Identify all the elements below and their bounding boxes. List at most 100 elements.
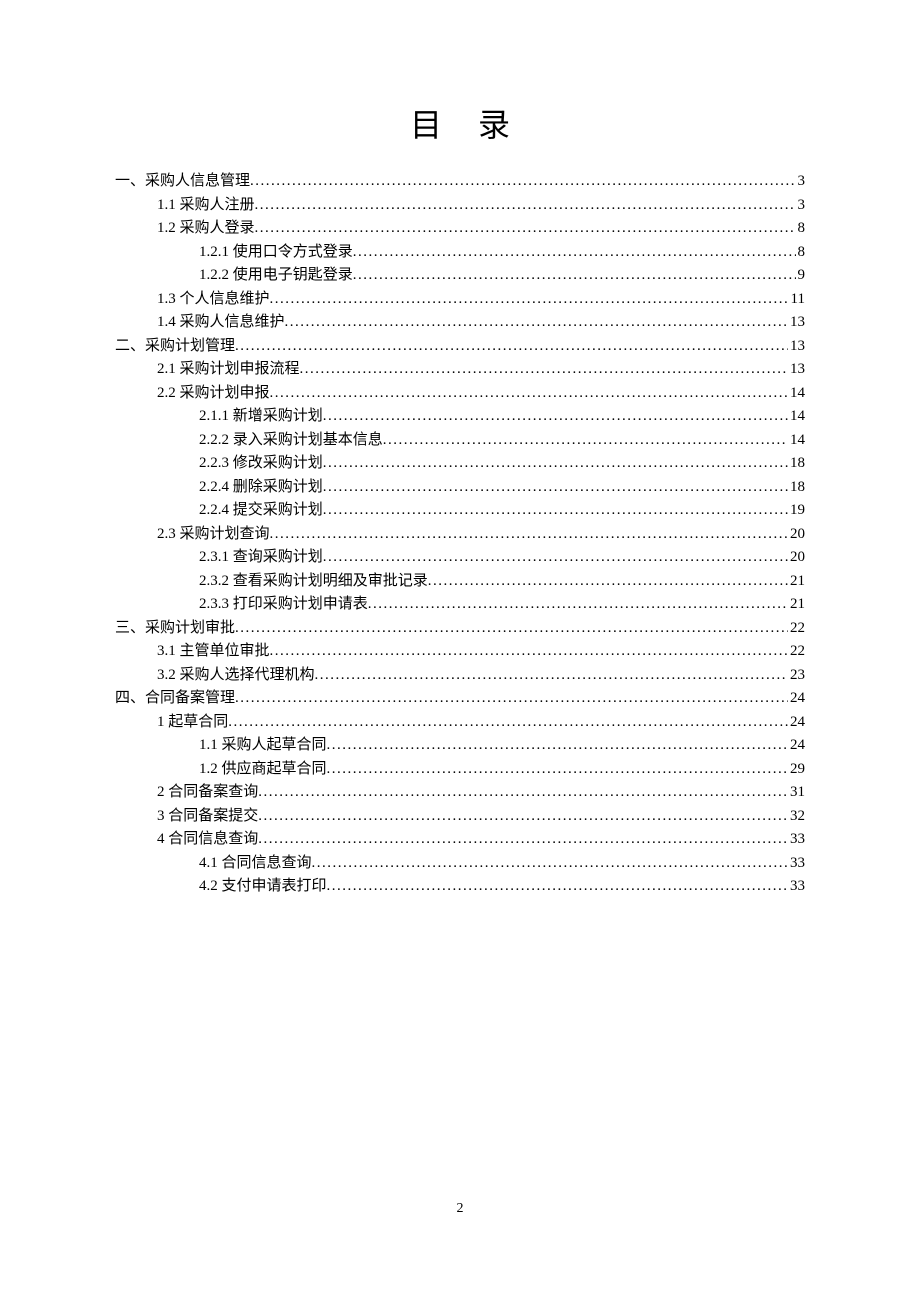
toc-entry: 四、合同备案管理24 (115, 691, 805, 706)
toc-entry-label: 3.2 采购人选择代理机构 (157, 668, 315, 683)
toc-entry-label: 4 合同信息查询 (157, 832, 258, 847)
toc-entry-page: 24 (788, 691, 805, 706)
toc-entry: 二、采购计划管理 13 (115, 339, 805, 354)
toc-leader-dots (270, 527, 788, 542)
toc-entry-page: 32 (788, 809, 805, 824)
toc-entry: 2.1 采购计划申报流程 13 (115, 362, 805, 377)
toc-entry-label: 2.2.3 修改采购计划 (199, 456, 323, 471)
toc-entry-label: 1.2.2 使用电子钥匙登录 (199, 268, 353, 283)
toc-entry-page: 19 (788, 503, 805, 518)
toc-entry-label: 3 合同备案提交 (157, 809, 258, 824)
toc-entry-label: 2.3.2 查看采购计划明细及审批记录 (199, 574, 428, 589)
toc-entry: 4.2 支付申请表打印33 (115, 879, 805, 894)
toc-entry-page: 3 (796, 174, 806, 189)
toc-entry-page: 22 (788, 621, 805, 636)
toc-entry-label: 2.2.4 提交采购计划 (199, 503, 323, 518)
toc-entry-page: 11 (789, 292, 805, 307)
toc-entry: 2.3.3 打印采购计划申请表 21 (115, 597, 805, 612)
page-content: 目录 一、采购人信息管理31.1 采购人注册31.2 采购人登录81.2.1 使… (0, 0, 920, 894)
toc-entry-label: 二、采购计划管理 (115, 339, 235, 354)
toc-entry-page: 24 (788, 715, 805, 730)
toc-entry: 2.2.3 修改采购计划 18 (115, 456, 805, 471)
toc-entry-label: 2.3.3 打印采购计划申请表 (199, 597, 368, 612)
toc-entry-label: 1.2 采购人登录 (157, 221, 255, 236)
toc-entry-label: 1 起草合同 (157, 715, 228, 730)
toc-entry: 2.3.1 查询采购计划 20 (115, 550, 805, 565)
toc-entry-page: 13 (788, 362, 805, 377)
toc-entry-page: 3 (796, 198, 806, 213)
page-title: 目录 (115, 100, 805, 146)
toc-entry: 1 起草合同 24 (115, 715, 805, 730)
toc-entry-label: 2.2.4 删除采购计划 (199, 480, 323, 495)
toc-entry-label: 4.2 支付申请表打印 (199, 879, 327, 894)
toc-leader-dots (228, 715, 788, 730)
toc-entry-page: 33 (788, 856, 805, 871)
toc-entry: 1.1 采购人起草合同24 (115, 738, 805, 753)
toc-leader-dots (258, 809, 788, 824)
toc-entry: 2 合同备案查询31 (115, 785, 805, 800)
toc-leader-dots (353, 245, 796, 260)
toc-entry: 3 合同备案提交 32 (115, 809, 805, 824)
toc-leader-dots (353, 268, 796, 283)
toc-entry-label: 2.1 采购计划申报流程 (157, 362, 300, 377)
toc-entry: 4.1 合同信息查询33 (115, 856, 805, 871)
toc-entry-label: 2 合同备案查询 (157, 785, 258, 800)
page-number: 2 (0, 1201, 920, 1217)
toc-leader-dots (323, 409, 788, 424)
toc-entry-label: 1.3 个人信息维护 (157, 292, 270, 307)
toc-leader-dots (270, 292, 789, 307)
toc-entry-page: 13 (788, 315, 805, 330)
toc-entry: 2.1.1 新增采购计划14 (115, 409, 805, 424)
toc-entry-label: 2.2 采购计划申报 (157, 386, 270, 401)
toc-entry-page: 18 (788, 456, 805, 471)
toc-entry-page: 20 (788, 527, 805, 542)
toc-leader-dots (270, 386, 788, 401)
toc-entry-page: 33 (788, 832, 805, 847)
toc-leader-dots (270, 644, 788, 659)
toc-entry-page: 21 (788, 574, 805, 589)
toc-entry: 2.3 采购计划查询20 (115, 527, 805, 542)
toc-leader-dots (383, 433, 788, 448)
toc-entry-page: 20 (788, 550, 805, 565)
toc-entry: 3.1 主管单位审批 22 (115, 644, 805, 659)
toc-entry-page: 8 (796, 221, 806, 236)
toc-entry-label: 1.1 采购人起草合同 (199, 738, 327, 753)
toc-leader-dots (255, 221, 796, 236)
toc-entry-page: 29 (788, 762, 805, 777)
toc-entry-page: 23 (788, 668, 805, 683)
toc-leader-dots (235, 339, 788, 354)
toc-entry-label: 3.1 主管单位审批 (157, 644, 270, 659)
toc-leader-dots (428, 574, 788, 589)
toc-entry: 2.3.2 查看采购计划明细及审批记录 21 (115, 574, 805, 589)
toc-entry-page: 13 (788, 339, 805, 354)
toc-leader-dots (300, 362, 788, 377)
toc-entry-page: 14 (788, 433, 805, 448)
toc-leader-dots (255, 198, 796, 213)
toc-entry-page: 21 (788, 597, 805, 612)
toc-entry-page: 8 (796, 245, 806, 260)
toc-entry-label: 1.2.1 使用口令方式登录 (199, 245, 353, 260)
toc-leader-dots (312, 856, 788, 871)
toc-entry-label: 三、采购计划审批 (115, 621, 235, 636)
toc-entry: 1.3 个人信息维护 11 (115, 292, 805, 307)
toc-entry: 2.2.4 删除采购计划18 (115, 480, 805, 495)
toc-entry: 2.2 采购计划申报 14 (115, 386, 805, 401)
toc-entry-label: 2.3.1 查询采购计划 (199, 550, 323, 565)
toc-entry: 2.2.4 提交采购计划 19 (115, 503, 805, 518)
toc-leader-dots (323, 503, 788, 518)
toc-entry: 1.1 采购人注册3 (115, 198, 805, 213)
toc-leader-dots (285, 315, 788, 330)
toc-entry-label: 一、采购人信息管理 (115, 174, 250, 189)
toc-entry: 1.2 采购人登录 8 (115, 221, 805, 236)
toc-leader-dots (323, 480, 788, 495)
toc-entry-page: 22 (788, 644, 805, 659)
toc-entry-page: 14 (788, 386, 805, 401)
toc-entry: 4 合同信息查询 33 (115, 832, 805, 847)
toc-leader-dots (327, 879, 788, 894)
toc-entry: 1.2.1 使用口令方式登录 8 (115, 245, 805, 260)
toc-entry-label: 1.2 供应商起草合同 (199, 762, 327, 777)
toc-leader-dots (315, 668, 788, 683)
toc-entry-page: 14 (788, 409, 805, 424)
toc-leader-dots (327, 762, 788, 777)
toc-entry: 三、采购计划审批 22 (115, 621, 805, 636)
